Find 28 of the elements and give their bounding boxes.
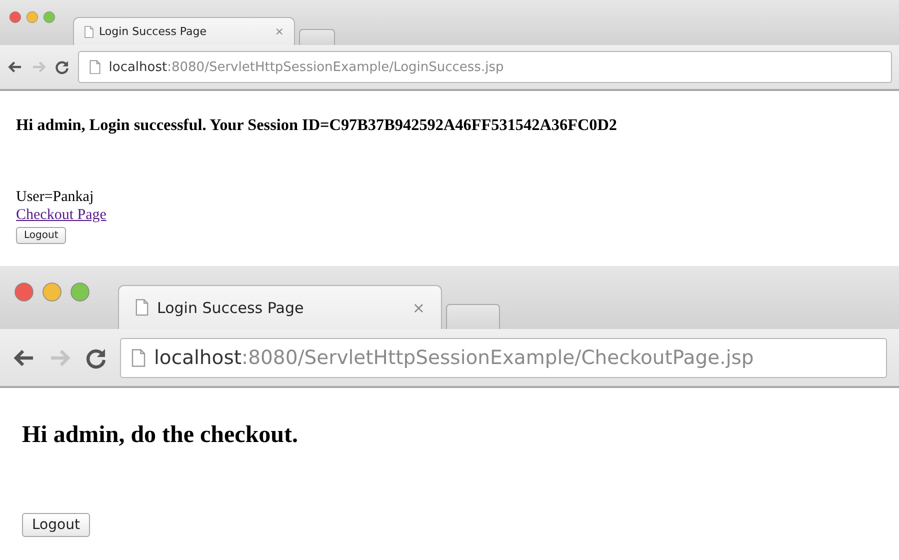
- page-heading: Hi admin, do the checkout.: [22, 422, 300, 449]
- page-icon: [135, 299, 149, 316]
- new-tab-button[interactable]: [446, 304, 500, 329]
- reload-icon[interactable]: [54, 59, 70, 75]
- url-text: localhost:8080/ServletHttpSessionExample/LoginSuccess.jsp: [108, 60, 504, 74]
- url-text: localhost:8080/ServletHttpSessionExample/CheckoutPage.jsp: [154, 346, 754, 369]
- address-field[interactable]: localhost:8080/ServletHttpSessionExample/CheckoutPage.jsp: [120, 338, 887, 378]
- browser-tab[interactable]: Login Success Page ×: [118, 285, 442, 329]
- close-button[interactable]: [14, 282, 34, 302]
- browser-tab[interactable]: Login Success Page ×: [73, 17, 295, 45]
- page-icon: [84, 26, 94, 38]
- minimize-button[interactable]: [26, 11, 38, 24]
- maximize-button[interactable]: [43, 11, 56, 24]
- new-tab-button[interactable]: [298, 29, 335, 45]
- back-icon[interactable]: [7, 59, 24, 75]
- maximize-button[interactable]: [70, 282, 90, 302]
- minimize-button[interactable]: [42, 282, 62, 302]
- page-icon: [131, 348, 146, 366]
- checkout-link[interactable]: Checkout Page: [16, 206, 106, 225]
- address-field[interactable]: localhost:8080/ServletHttpSessionExample/LoginSuccess.jsp: [78, 51, 892, 83]
- logout-button[interactable]: Logout: [22, 513, 90, 537]
- close-button[interactable]: [8, 11, 22, 24]
- tab-title: Login Success Page: [157, 298, 305, 316]
- user-text: User=Pankaj: [16, 189, 94, 205]
- tab-title: Login Success Page: [98, 25, 208, 38]
- logout-button[interactable]: Logout: [16, 227, 66, 244]
- page-icon: [88, 60, 101, 74]
- page-heading: Hi admin, Login successful. Your Session ID=C97B37B942592A46FF531542A36FC0D2: [16, 116, 618, 135]
